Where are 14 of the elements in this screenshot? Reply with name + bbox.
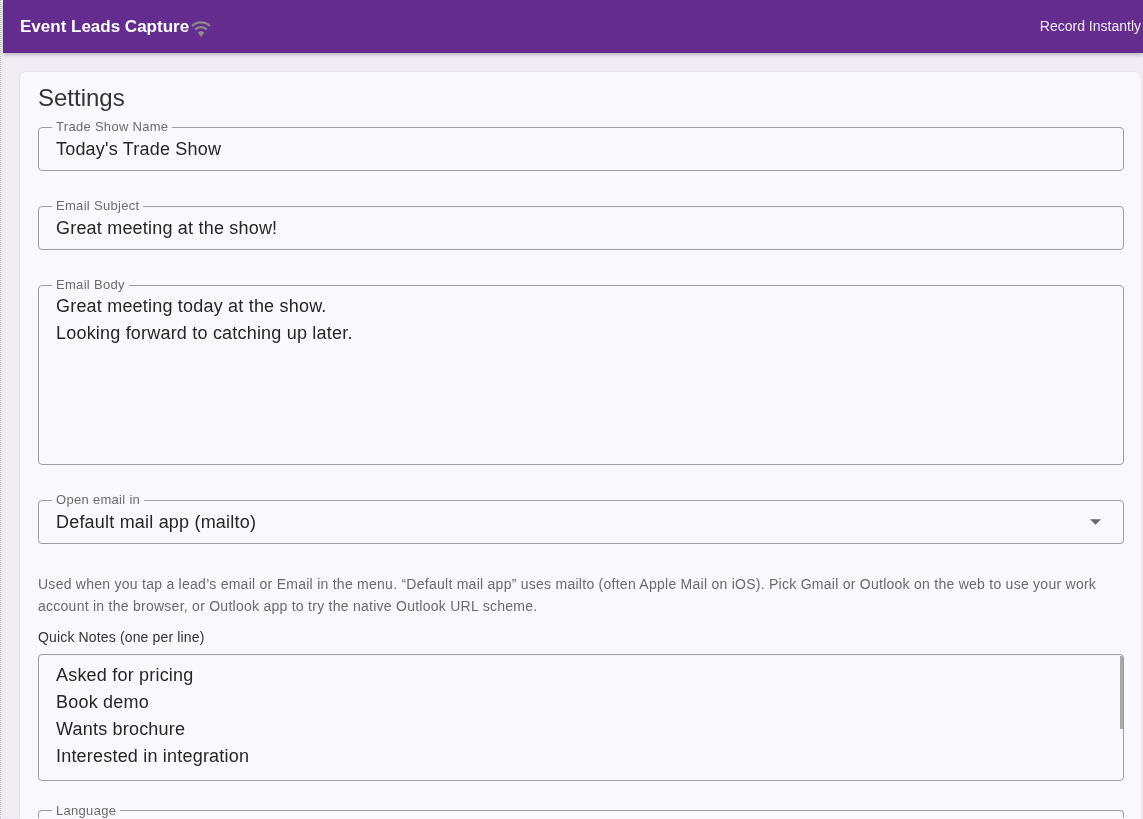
app-title: Event Leads Capture — [20, 16, 190, 37]
caret-icon — [1090, 519, 1101, 525]
field-label: Open email in — [52, 492, 145, 507]
field-label: Email Subject — [52, 198, 144, 213]
help-text: Used when you tap a lead’s email or Email in the menu. “Default mail app” uses mailto (often Apple Mail on iOS). Pick Gmail or Outlook on the web to use your work account in the browser, or Outlook app to try the native Outlook URL scheme. — [38, 575, 1098, 616]
settings-heading: Settings — [38, 84, 126, 112]
field-label: Quick Notes (one per line) — [38, 629, 206, 646]
record-button[interactable]: Record Instantly — [1039, 18, 1141, 35]
field-label: Email Body — [52, 277, 129, 292]
field-label: Trade Show Name — [52, 119, 173, 134]
text-area[interactable]: Asked for pricing Book demo Wants brochure Interested in integration — [38, 654, 1124, 781]
scrollbar[interactable] — [1120, 656, 1123, 729]
field-label: Language — [52, 804, 121, 817]
wifi-icon — [191, 20, 212, 37]
